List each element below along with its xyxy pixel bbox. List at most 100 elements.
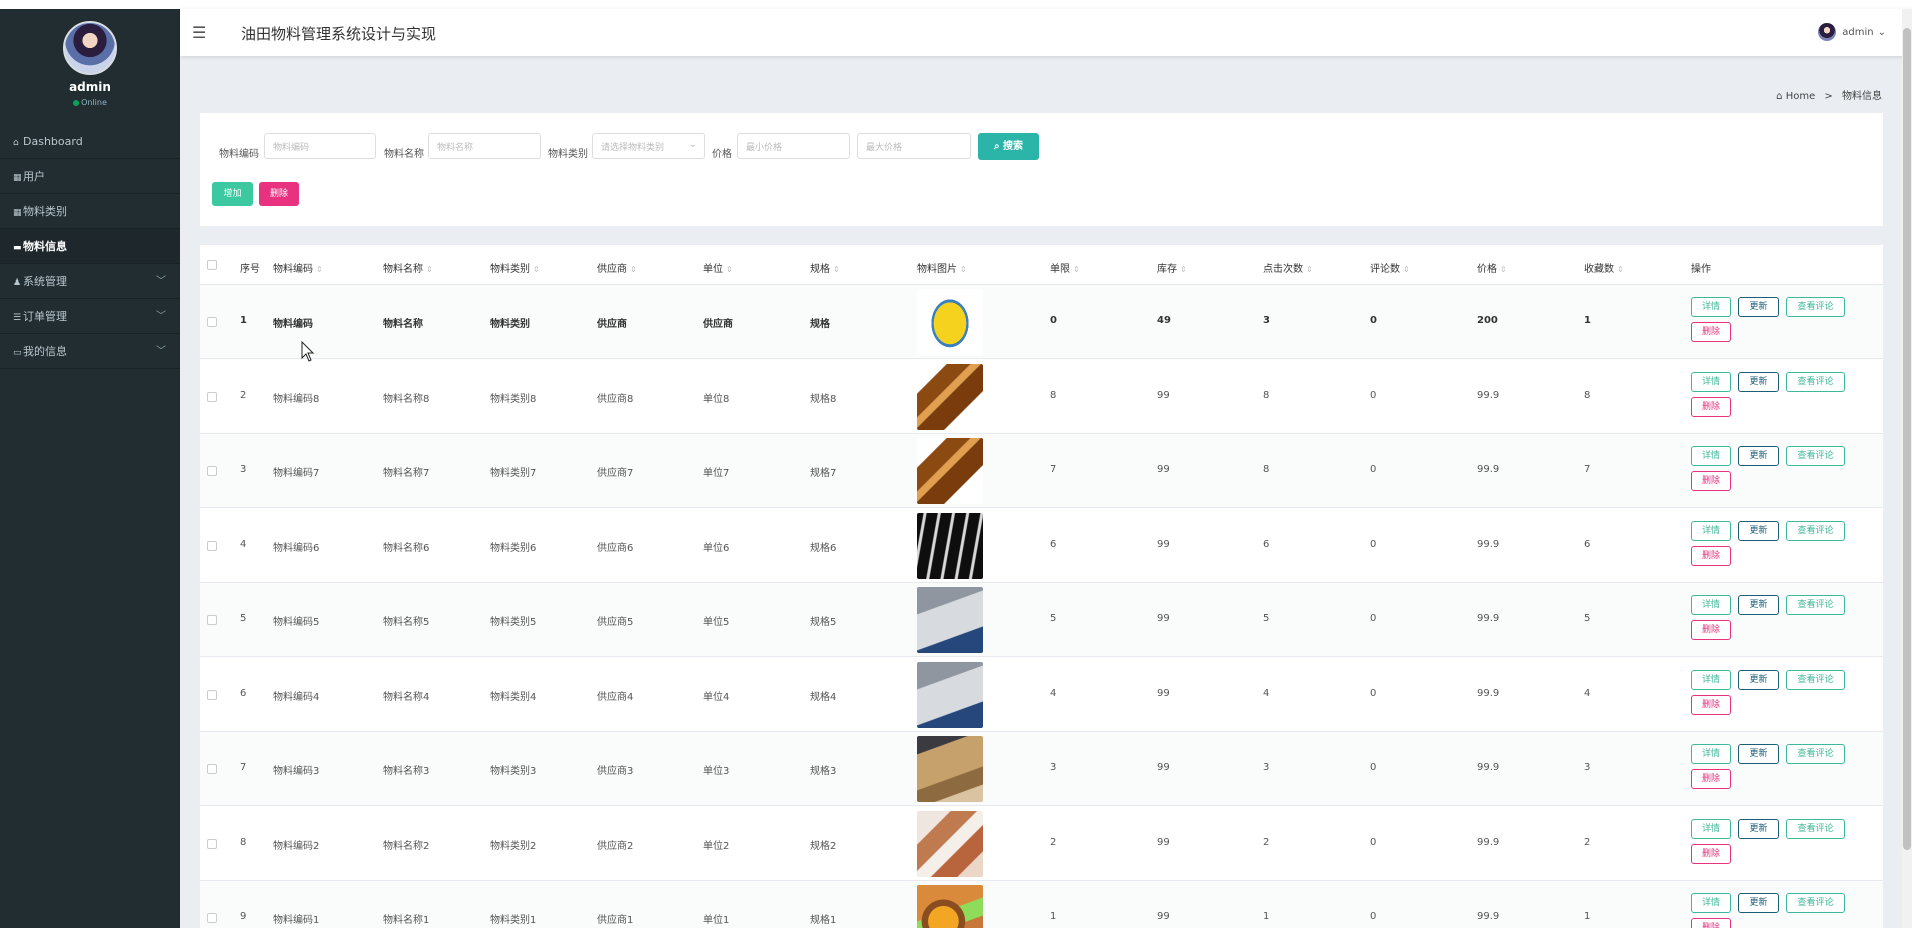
category-select[interactable]: 请选择物料类别 ⌄ <box>592 133 705 159</box>
search-button[interactable]: ⌕ 搜索 <box>978 133 1039 160</box>
delete-button[interactable]: 删除 <box>1691 918 1731 928</box>
cell-unit: 单位7 <box>703 468 730 479</box>
user-icon: ♟ <box>13 278 22 288</box>
sidebar-item-system[interactable]: ♟ 系统管理 ﹀ <box>0 264 180 299</box>
delete-button[interactable]: 删除 <box>1691 545 1731 566</box>
col-supplier[interactable]: 供应商 ⇕ <box>597 260 637 275</box>
sidebar: admin Online ⌂ Dashboard ▦用户 ▦物料类别 ▬物料信息 … <box>0 9 180 928</box>
material-image[interactable] <box>917 512 983 579</box>
view-comments-button[interactable]: 查看评论 <box>1786 520 1845 541</box>
update-button[interactable]: 更新 <box>1738 297 1779 317</box>
max-price-input[interactable]: 最大价格 <box>857 133 971 159</box>
col-category[interactable]: 物料类别 ⇕ <box>490 260 540 275</box>
view-comments-button[interactable]: 查看评论 <box>1786 595 1845 615</box>
row-checkbox[interactable] <box>207 317 217 327</box>
scrollbar-thumb[interactable] <box>1903 28 1911 850</box>
update-button[interactable]: 更新 <box>1738 595 1779 615</box>
category-select-placeholder: 请选择物料类别 <box>601 143 665 153</box>
view-comments-button[interactable]: 查看评论 <box>1786 371 1845 392</box>
detail-button[interactable]: 详情 <box>1691 446 1731 466</box>
cell-category: 物料类别1 <box>490 915 537 926</box>
delete-button[interactable]: 删除 <box>1691 396 1731 417</box>
detail-button[interactable]: 详情 <box>1691 818 1731 839</box>
update-button[interactable]: 更新 <box>1738 818 1779 839</box>
update-button[interactable]: 更新 <box>1738 371 1779 392</box>
delete-button[interactable]: 删除 <box>1691 843 1731 864</box>
view-comments-button[interactable]: 查看评论 <box>1786 744 1845 764</box>
material-image[interactable] <box>917 661 983 728</box>
view-comments-button[interactable]: 查看评论 <box>1786 893 1845 913</box>
row-checkbox[interactable] <box>207 838 217 849</box>
sidebar-item-dashboard[interactable]: ⌂ Dashboard <box>0 124 180 159</box>
col-name[interactable]: 物料名称 ⇕ <box>383 260 433 275</box>
material-image[interactable] <box>917 587 983 653</box>
sidebar-item-material-info[interactable]: ▬物料信息 <box>0 229 180 264</box>
detail-button[interactable]: 详情 <box>1691 520 1731 541</box>
update-button[interactable]: 更新 <box>1738 744 1779 764</box>
delete-button[interactable]: 删除 <box>1691 620 1731 640</box>
update-button[interactable]: 更新 <box>1738 520 1779 541</box>
sidebar-item-material-category[interactable]: ▦物料类别 <box>0 194 180 229</box>
menu-toggle-icon[interactable]: ☰ <box>192 23 206 42</box>
material-image[interactable] <box>917 736 983 802</box>
detail-button[interactable]: 详情 <box>1691 371 1731 392</box>
detail-button[interactable]: 详情 <box>1691 297 1731 317</box>
avatar[interactable] <box>63 21 117 75</box>
delete-button[interactable]: 删除 <box>1691 322 1731 342</box>
code-input[interactable]: 物料编码 <box>264 133 376 159</box>
detail-button[interactable]: 详情 <box>1691 744 1731 764</box>
sidebar-item-users[interactable]: ▦用户 <box>0 159 180 194</box>
row-checkbox[interactable] <box>207 913 217 923</box>
material-image[interactable] <box>917 810 983 877</box>
col-stock[interactable]: 库存 ⇕ <box>1157 260 1187 275</box>
row-checkbox[interactable] <box>207 391 217 402</box>
update-button[interactable]: 更新 <box>1738 669 1779 690</box>
add-button[interactable]: 增加 <box>212 182 253 206</box>
row-checkbox[interactable] <box>207 540 217 551</box>
row-checkbox[interactable] <box>207 689 217 700</box>
col-clicks[interactable]: 点击次数 ⇕ <box>1263 260 1313 275</box>
col-spec[interactable]: 规格 ⇕ <box>810 260 840 275</box>
update-button[interactable]: 更新 <box>1738 446 1779 466</box>
col-code[interactable]: 物料编码 ⇕ <box>273 260 323 275</box>
row-checkbox[interactable] <box>207 764 217 774</box>
sidebar-item-my-info[interactable]: ▭我的信息 ﹀ <box>0 334 180 369</box>
cell-name: 物料名称7 <box>383 468 430 479</box>
name-label: 物料名称 <box>384 149 424 160</box>
col-image[interactable]: 物料图片 ⇕ <box>917 260 967 275</box>
material-image[interactable] <box>917 438 983 504</box>
update-button[interactable]: 更新 <box>1738 893 1779 913</box>
cell-clicks: 1 <box>1263 911 1270 922</box>
cell-code: 物料编码6 <box>273 542 320 554</box>
col-comments[interactable]: 评论数 ⇕ <box>1370 260 1410 275</box>
view-comments-button[interactable]: 查看评论 <box>1786 669 1845 690</box>
delete-button[interactable]: 删除 <box>1691 694 1731 715</box>
select-all-checkbox[interactable] <box>207 260 217 270</box>
detail-button[interactable]: 详情 <box>1691 669 1731 690</box>
col-clicks-label: 点击次数 <box>1263 264 1303 275</box>
view-comments-button[interactable]: 查看评论 <box>1786 297 1845 317</box>
detail-button[interactable]: 详情 <box>1691 595 1731 615</box>
name-input[interactable]: 物料名称 <box>428 133 541 159</box>
view-comments-button[interactable]: 查看评论 <box>1786 818 1845 839</box>
header-user-menu[interactable]: admin ⌄ <box>1818 23 1886 41</box>
material-image[interactable] <box>917 289 983 355</box>
delete-button[interactable]: 删除 <box>1691 769 1731 789</box>
col-price[interactable]: 价格 ⇕ <box>1477 260 1507 275</box>
detail-button[interactable]: 详情 <box>1691 893 1731 913</box>
col-unit[interactable]: 单位 ⇕ <box>703 260 733 275</box>
delete-button[interactable]: 删除 <box>1691 471 1731 491</box>
col-favorites[interactable]: 收藏数 ⇕ <box>1584 260 1624 275</box>
material-image[interactable] <box>917 885 983 928</box>
col-limit[interactable]: 单限 ⇕ <box>1050 260 1080 275</box>
view-comments-button[interactable]: 查看评论 <box>1786 446 1845 466</box>
cell-clicks: 2 <box>1263 836 1270 848</box>
sidebar-item-orders[interactable]: ☰ 订单管理 ﹀ <box>0 299 180 334</box>
bulk-delete-button[interactable]: 删除 <box>259 182 299 206</box>
row-checkbox[interactable] <box>207 615 217 625</box>
material-image[interactable] <box>917 363 983 430</box>
breadcrumb-home[interactable]: Home <box>1786 91 1816 102</box>
page-scrollbar[interactable] <box>1902 9 1912 928</box>
min-price-input[interactable]: 最小价格 <box>737 133 850 159</box>
row-checkbox[interactable] <box>207 466 217 476</box>
